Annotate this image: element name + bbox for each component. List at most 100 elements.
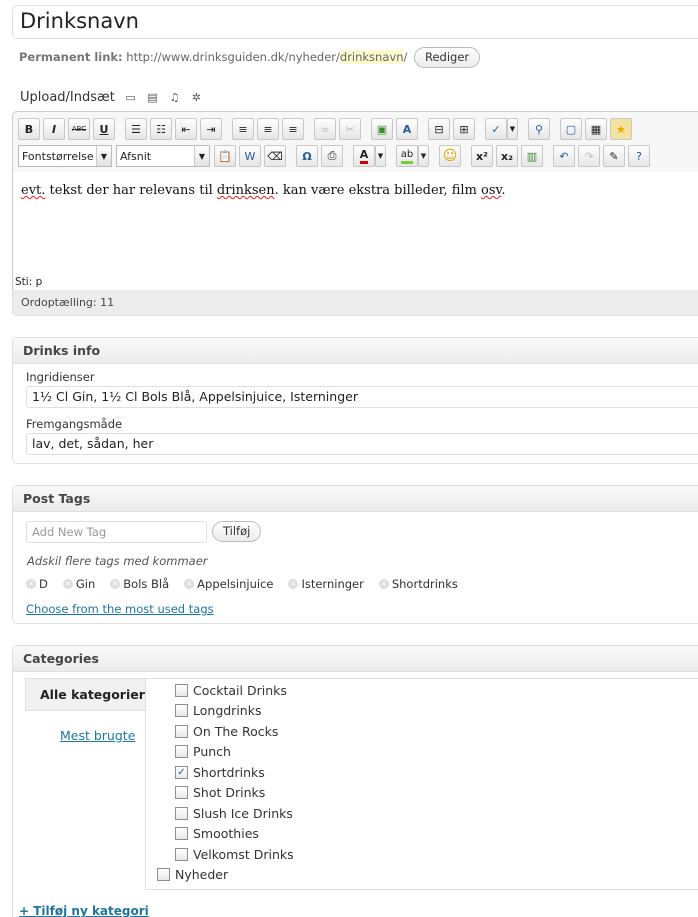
drinks-info-heading[interactable]: Drinks info: [13, 338, 698, 364]
tag-label: D: [39, 577, 48, 591]
post-title-input[interactable]: Drinksnavn: [12, 5, 698, 39]
add-tag-button[interactable]: Tilføj: [212, 521, 262, 542]
post-tags-heading[interactable]: Post Tags: [13, 486, 698, 512]
font-size-select[interactable]: Fontstørrelse ▼: [18, 145, 112, 167]
remove-tag-icon[interactable]: ×: [378, 579, 389, 589]
category-item[interactable]: Slush Ice Drinks: [175, 806, 293, 821]
category-checkbox[interactable]: [175, 704, 188, 717]
insert-anchor-icon[interactable]: ⊟: [428, 118, 450, 140]
subscript-icon[interactable]: x₂: [496, 145, 518, 167]
underline-icon[interactable]: U: [93, 118, 115, 140]
category-checkbox[interactable]: [157, 868, 170, 881]
help-icon[interactable]: ?: [628, 145, 650, 167]
edit-permalink-button[interactable]: Rediger: [414, 47, 481, 68]
category-label: Shortdrinks: [193, 765, 265, 780]
category-item[interactable]: Shot Drinks: [175, 785, 265, 800]
category-item[interactable]: Punch: [175, 744, 231, 759]
video-icon[interactable]: ▤: [146, 91, 159, 104]
category-item[interactable]: Smoothies: [175, 826, 259, 841]
category-checkbox[interactable]: [175, 725, 188, 738]
category-tabs: Alle kategorier Mest brugte: [25, 678, 145, 743]
link-icon[interactable]: ∞: [314, 118, 336, 140]
redo-icon[interactable]: ↷: [578, 145, 600, 167]
bullet-list-icon[interactable]: ☰: [125, 118, 147, 140]
new-tag-input[interactable]: Add New Tag: [26, 521, 207, 543]
word-count-bar: Ordoptælling: 11: [12, 290, 698, 316]
numbered-list-icon[interactable]: ☷: [150, 118, 172, 140]
align-left-icon[interactable]: ≡: [232, 118, 254, 140]
italic-icon[interactable]: I: [43, 118, 65, 140]
audio-icon[interactable]: ♫: [168, 91, 181, 104]
category-checklist: Cocktail Drinks Longdrinks On The Rocks …: [145, 678, 698, 890]
remove-tag-icon[interactable]: ×: [184, 579, 195, 589]
method-input[interactable]: lav, det, sådan, her: [26, 433, 698, 455]
permalink-slug[interactable]: drinksnavn: [339, 50, 404, 64]
ingredients-label: Ingridienser: [26, 370, 95, 384]
highlight-dropdown-icon[interactable]: ▼: [418, 145, 429, 167]
tag-list: × D × Gin × Bols Blå × Appelsinjuice × Istern…: [26, 577, 473, 591]
star-icon[interactable]: ★: [610, 118, 632, 140]
text-color-icon[interactable]: A: [353, 145, 375, 167]
superscript-icon[interactable]: x²: [471, 145, 493, 167]
category-checkbox[interactable]: [175, 848, 188, 861]
category-checkbox[interactable]: [175, 684, 188, 697]
align-right-icon[interactable]: ≡: [282, 118, 304, 140]
content-segment: . kan være ekstra billeder, film: [274, 183, 482, 198]
categories-heading[interactable]: Categories: [13, 646, 698, 672]
category-item[interactable]: Nyheder: [157, 867, 228, 882]
category-item[interactable]: Longdrinks: [175, 703, 261, 718]
add-new-category-link[interactable]: + Tilføj ny kategori: [19, 904, 149, 917]
print-icon[interactable]: ⎙: [321, 145, 343, 167]
strikethrough-icon[interactable]: ABC: [68, 118, 90, 140]
spellcheck-dropdown-icon[interactable]: ▼: [507, 118, 518, 140]
bold-icon[interactable]: B: [18, 118, 40, 140]
paste-word-icon[interactable]: W: [239, 145, 261, 167]
advanced-icon[interactable]: ✎: [603, 145, 625, 167]
most-used-tags-link[interactable]: Choose from the most used tags: [26, 602, 214, 616]
paste-text-icon[interactable]: 📋: [214, 145, 236, 167]
page-break-icon[interactable]: ⊞: [453, 118, 475, 140]
clear-formatting-icon[interactable]: ⌫: [264, 145, 286, 167]
categories-box: Categories Alle kategorier Mest brugte C…: [12, 645, 698, 917]
omega-icon[interactable]: Ω: [296, 145, 318, 167]
media-film-icon[interactable]: ▥: [521, 145, 543, 167]
image-insert-icon[interactable]: ▣: [371, 118, 393, 140]
category-item[interactable]: Velkomst Drinks: [175, 847, 294, 862]
align-center-icon[interactable]: ≡: [257, 118, 279, 140]
category-checkbox[interactable]: [175, 827, 188, 840]
image-icon[interactable]: ▭: [124, 91, 137, 104]
remove-tag-icon[interactable]: ×: [26, 579, 36, 589]
remove-tag-icon[interactable]: ×: [62, 579, 73, 589]
spellcheck-icon[interactable]: ✓: [485, 118, 507, 140]
category-item[interactable]: On The Rocks: [175, 724, 278, 739]
text-color-dropdown-icon[interactable]: ▼: [375, 145, 386, 167]
unlink-icon[interactable]: ✂: [339, 118, 361, 140]
remove-tag-icon[interactable]: ×: [288, 579, 299, 589]
category-item[interactable]: Cocktail Drinks: [175, 683, 287, 698]
category-item[interactable]: ✓ Shortdrinks: [175, 765, 265, 780]
category-checkbox-checked[interactable]: ✓: [175, 766, 188, 779]
undo-icon[interactable]: ↶: [553, 145, 575, 167]
permalink-trail: /: [403, 50, 408, 64]
category-checkbox[interactable]: [175, 745, 188, 758]
category-checkbox[interactable]: [175, 807, 188, 820]
category-checkbox[interactable]: [175, 786, 188, 799]
remove-tag-icon[interactable]: ×: [110, 579, 121, 589]
font-size-select-value: Fontstørrelse: [22, 149, 94, 163]
tag-label: Bols Blå: [123, 577, 170, 591]
kitchen-sink-icon[interactable]: ▦: [585, 118, 607, 140]
outdent-icon[interactable]: ⇤: [175, 118, 197, 140]
chevron-down-icon: ▼: [96, 146, 111, 166]
highlight-icon[interactable]: ab: [396, 145, 418, 167]
media-icon[interactable]: ✲: [190, 91, 203, 104]
style-icon[interactable]: A: [396, 118, 418, 140]
smiley-icon[interactable]: ☺: [439, 145, 461, 167]
fullscreen-icon[interactable]: ▢: [560, 118, 582, 140]
format-select[interactable]: Afsnit ▼: [116, 145, 210, 167]
find-replace-icon[interactable]: ⚲: [528, 118, 550, 140]
editor-toolbar-row-1: B I ABC U ☰ ☷ ⇤ ⇥ ≡ ≡ ≡ ∞ ✂ ▣ A ⊟ ⊞ ✓ ▼ …: [18, 116, 635, 142]
indent-icon[interactable]: ⇥: [200, 118, 222, 140]
ingredients-input[interactable]: 1½ Cl Gin, 1½ Cl Bols Blå, Appelsinjuice…: [26, 386, 698, 408]
tab-all-categories[interactable]: Alle kategorier: [25, 678, 145, 711]
tab-most-used[interactable]: Mest brugte: [60, 728, 135, 743]
